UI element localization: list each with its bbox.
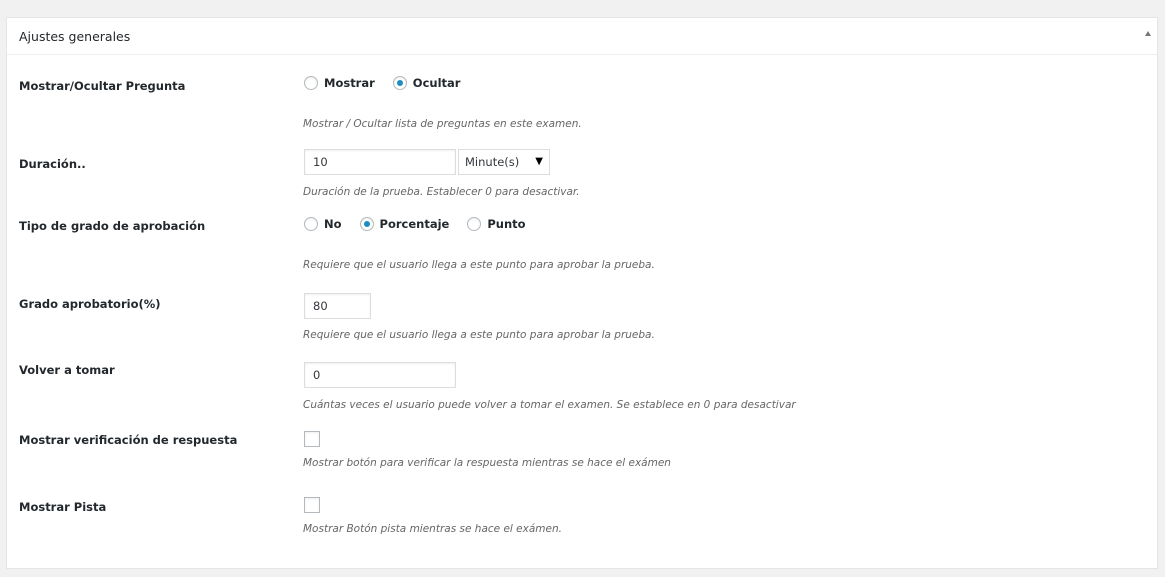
radio-porcentaje-control[interactable] — [359, 217, 374, 231]
retake-input[interactable]: 0 — [304, 362, 456, 388]
show-question-label: Mostrar/Ocultar Pregunta — [19, 79, 186, 93]
page: Ajustes generales Mostrar/Ocultar Pregun… — [0, 0, 1165, 577]
show-hint-description: Mostrar Botón pista mientras se hace el … — [303, 523, 562, 535]
passing-grade-type-radio-group: No Porcentaje Punto — [304, 217, 544, 231]
show-question-description: Mostrar / Ocultar lista de preguntas en … — [303, 118, 582, 130]
radio-ocultar-control[interactable] — [392, 76, 407, 90]
show-hint-checkbox[interactable] — [304, 497, 320, 513]
duration-unit-select[interactable]: Minute(s) ▼ — [458, 149, 550, 175]
passing-grade-label: Grado aprobatorio(%) — [19, 297, 161, 311]
metabox-header[interactable]: Ajustes generales — [7, 18, 1157, 55]
collapse-arrow-icon[interactable] — [1145, 31, 1151, 36]
passing-grade-description: Requiere que el usuario llega a este pun… — [303, 329, 655, 341]
radio-mostrar[interactable]: Mostrar — [304, 76, 375, 90]
radio-punto-label: Punto — [487, 217, 526, 231]
show-check-answer-description: Mostrar botón para verificar la respuest… — [303, 457, 671, 469]
radio-mostrar-control[interactable] — [304, 76, 318, 90]
duration-description: Duración de la prueba. Establecer 0 para… — [303, 186, 580, 198]
passing-grade-type-description: Requiere que el usuario llega a este pun… — [303, 259, 655, 271]
radio-no[interactable]: No — [304, 217, 342, 231]
dropdown-arrow-icon: ▼ — [535, 156, 543, 167]
passing-grade-type-label: Tipo de grado de aprobación — [19, 219, 206, 233]
show-check-answer-label: Mostrar verificación de respuesta — [19, 433, 238, 447]
radio-porcentaje[interactable]: Porcentaje — [359, 217, 450, 231]
duration-unit-value: Minute(s) — [465, 155, 520, 169]
show-question-radio-group: Mostrar Ocultar — [304, 76, 478, 90]
general-settings-metabox: Ajustes generales Mostrar/Ocultar Pregun… — [6, 17, 1158, 569]
passing-grade-input[interactable]: 80 — [304, 293, 371, 319]
radio-ocultar[interactable]: Ocultar — [392, 76, 461, 90]
metabox-title: Ajustes generales — [19, 29, 131, 44]
duration-label: Duración.. — [19, 157, 86, 171]
duration-input[interactable]: 10 — [304, 149, 456, 175]
radio-ocultar-label: Ocultar — [412, 76, 461, 90]
show-hint-label: Mostrar Pista — [19, 500, 107, 514]
retake-label: Volver a tomar — [19, 363, 115, 377]
radio-punto-control[interactable] — [467, 217, 482, 231]
show-check-answer-checkbox[interactable] — [304, 431, 320, 447]
radio-punto[interactable]: Punto — [467, 217, 526, 231]
retake-description: Cuántas veces el usuario puede volver a … — [303, 399, 796, 411]
radio-porcentaje-label: Porcentaje — [379, 217, 450, 231]
radio-mostrar-label: Mostrar — [324, 76, 375, 90]
radio-no-control[interactable] — [304, 217, 318, 231]
radio-no-label: No — [324, 217, 342, 231]
